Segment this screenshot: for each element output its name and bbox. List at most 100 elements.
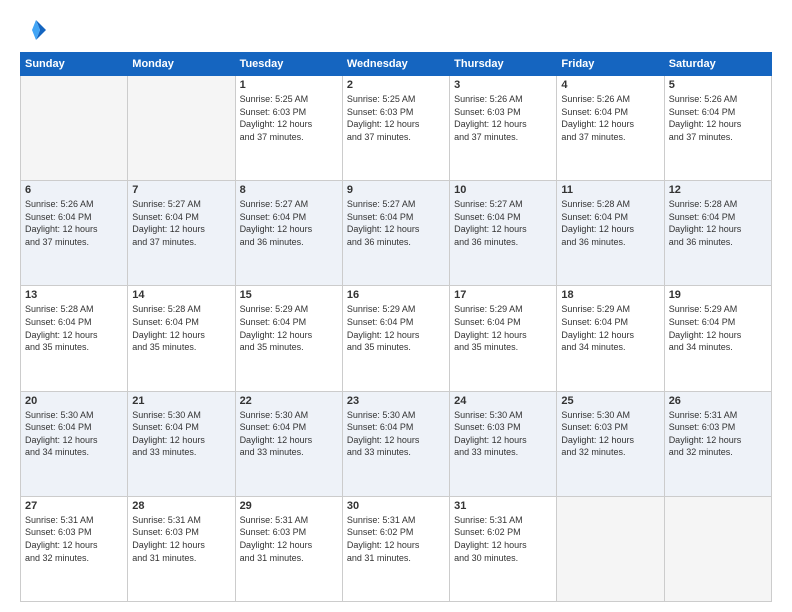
day-info: Sunrise: 5:26 AMSunset: 6:04 PMDaylight:… (25, 198, 123, 248)
weekday-header-tuesday: Tuesday (235, 53, 342, 76)
calendar-cell: 19 Sunrise: 5:29 AMSunset: 6:04 PMDayligh… (664, 286, 771, 391)
calendar-cell: 30Sunrise: 5:31 AMSunset: 6:02 PMDayligh… (342, 496, 449, 601)
day-info: Sunrise: 5:30 AMSunset: 6:03 PMDaylight:… (561, 409, 659, 459)
calendar-cell: 10 Sunrise: 5:27 AMSunset: 6:04 PMDayligh… (450, 181, 557, 286)
calendar-week-row: 20 Sunrise: 5:30 AMSunset: 6:04 PMDayligh… (21, 391, 772, 496)
day-number: 9 (347, 184, 445, 196)
calendar-cell: 4Sunrise: 5:26 AMSunset: 6:04 PMDaylight… (557, 76, 664, 181)
logo (20, 16, 52, 44)
calendar-cell: 5 Sunrise: 5:26 AMSunset: 6:04 PMDaylight… (664, 76, 771, 181)
day-info: Sunrise: 5:30 AMSunset: 6:04 PMDaylight:… (25, 409, 123, 459)
day-number: 15 (240, 289, 338, 301)
day-info: Sunrise: 5:30 AMSunset: 6:03 PMDaylight:… (454, 409, 552, 459)
day-number: 20 (25, 395, 123, 407)
calendar-table: SundayMondayTuesdayWednesdayThursdayFrid… (20, 52, 772, 602)
calendar-week-row: 6 Sunrise: 5:26 AMSunset: 6:04 PMDaylight… (21, 181, 772, 286)
day-number: 18 (561, 289, 659, 301)
calendar-cell: 2 Sunrise: 5:25 AMSunset: 6:03 PMDaylight… (342, 76, 449, 181)
calendar-cell: 1 Sunrise: 5:25 AMSunset: 6:03 PMDaylight… (235, 76, 342, 181)
calendar-cell: 27Sunrise: 5:31 AMSunset: 6:03 PMDayligh… (21, 496, 128, 601)
day-number: 24 (454, 395, 552, 407)
day-number: 30 (347, 500, 445, 512)
calendar-cell: 24 Sunrise: 5:30 AMSunset: 6:03 PMDayligh… (450, 391, 557, 496)
day-number: 27 (25, 500, 123, 512)
day-info: Sunrise: 5:31 AMSunset: 6:03 PMDaylight:… (240, 514, 338, 564)
day-number: 17 (454, 289, 552, 301)
day-info: Sunrise: 5:26 AMSunset: 6:03 PMDaylight:… (454, 93, 552, 143)
day-number: 19 (669, 289, 767, 301)
day-number: 11 (561, 184, 659, 196)
day-number: 1 (240, 79, 338, 91)
calendar-cell: 13 Sunrise: 5:28 AMSunset: 6:04 PMDayligh… (21, 286, 128, 391)
logo-icon (20, 16, 48, 44)
day-info: Sunrise: 5:25 AMSunset: 6:03 PMDaylight:… (240, 93, 338, 143)
day-number: 29 (240, 500, 338, 512)
calendar-cell: 23Sunrise: 5:30 AMSunset: 6:04 PMDayligh… (342, 391, 449, 496)
day-info: Sunrise: 5:29 AMSunset: 6:04 PMDaylight:… (240, 303, 338, 353)
day-info: Sunrise: 5:31 AMSunset: 6:03 PMDaylight:… (132, 514, 230, 564)
day-info: Sunrise: 5:28 AMSunset: 6:04 PMDaylight:… (561, 198, 659, 248)
day-info: Sunrise: 5:27 AMSunset: 6:04 PMDaylight:… (240, 198, 338, 248)
weekday-header-thursday: Thursday (450, 53, 557, 76)
day-number: 4 (561, 79, 659, 91)
day-number: 23 (347, 395, 445, 407)
calendar-week-row: 27 Sunrise: 5:31 AMSunset: 6:03 PMDayligh… (21, 496, 772, 601)
day-info: Sunrise: 5:31 AMSunset: 6:03 PMDaylight:… (669, 409, 767, 459)
calendar-cell: 16 Sunrise: 5:29 AMSunset: 6:04 PMDayligh… (342, 286, 449, 391)
day-info: Sunrise: 5:28 AMSunset: 6:04 PMDaylight:… (25, 303, 123, 353)
weekday-header-friday: Friday (557, 53, 664, 76)
day-info: Sunrise: 5:30 AMSunset: 6:04 PMDaylight:… (240, 409, 338, 459)
calendar-cell: 18 Sunrise: 5:29 AMSunset: 6:04 PMDayligh… (557, 286, 664, 391)
calendar-cell: 6 Sunrise: 5:26 AMSunset: 6:04 PMDaylight… (21, 181, 128, 286)
calendar-cell: 14Sunrise: 5:28 AMSunset: 6:04 PMDayligh… (128, 286, 235, 391)
weekday-header-wednesday: Wednesday (342, 53, 449, 76)
day-number: 8 (240, 184, 338, 196)
day-number: 2 (347, 79, 445, 91)
calendar-cell: 25 Sunrise: 5:30 AMSunset: 6:03 PMDayligh… (557, 391, 664, 496)
calendar-cell: 17 Sunrise: 5:29 AMSunset: 6:04 PMDayligh… (450, 286, 557, 391)
day-number: 5 (669, 79, 767, 91)
calendar-cell: 12 Sunrise: 5:28 AMSunset: 6:04 PMDayligh… (664, 181, 771, 286)
page: SundayMondayTuesdayWednesdayThursdayFrid… (0, 0, 792, 612)
calendar-cell: 29 Sunrise: 5:31 AMSunset: 6:03 PMDayligh… (235, 496, 342, 601)
day-number: 3 (454, 79, 552, 91)
day-info: Sunrise: 5:27 AMSunset: 6:04 PMDaylight:… (132, 198, 230, 248)
weekday-header-saturday: Saturday (664, 53, 771, 76)
calendar-cell (664, 496, 771, 601)
day-number: 10 (454, 184, 552, 196)
day-info: Sunrise: 5:29 AMSunset: 6:04 PMDaylight:… (347, 303, 445, 353)
day-info: Sunrise: 5:31 AMSunset: 6:02 PMDaylight:… (454, 514, 552, 564)
day-info: Sunrise: 5:29 AMSunset: 6:04 PMDaylight:… (561, 303, 659, 353)
header (20, 16, 772, 44)
day-info: Sunrise: 5:29 AMSunset: 6:04 PMDaylight:… (669, 303, 767, 353)
calendar-cell: 22 Sunrise: 5:30 AMSunset: 6:04 PMDayligh… (235, 391, 342, 496)
day-number: 25 (561, 395, 659, 407)
calendar-cell: 9Sunrise: 5:27 AMSunset: 6:04 PMDaylight… (342, 181, 449, 286)
day-info: Sunrise: 5:29 AMSunset: 6:04 PMDaylight:… (454, 303, 552, 353)
calendar-cell (128, 76, 235, 181)
day-number: 7 (132, 184, 230, 196)
calendar-cell: 3 Sunrise: 5:26 AMSunset: 6:03 PMDaylight… (450, 76, 557, 181)
calendar-cell: 20 Sunrise: 5:30 AMSunset: 6:04 PMDayligh… (21, 391, 128, 496)
day-number: 16 (347, 289, 445, 301)
calendar-week-row: 13 Sunrise: 5:28 AMSunset: 6:04 PMDayligh… (21, 286, 772, 391)
calendar-cell: 21Sunrise: 5:30 AMSunset: 6:04 PMDayligh… (128, 391, 235, 496)
day-number: 14 (132, 289, 230, 301)
day-number: 6 (25, 184, 123, 196)
weekday-header-sunday: Sunday (21, 53, 128, 76)
calendar-week-row: 1 Sunrise: 5:25 AMSunset: 6:03 PMDaylight… (21, 76, 772, 181)
day-info: Sunrise: 5:27 AMSunset: 6:04 PMDaylight:… (454, 198, 552, 248)
calendar-cell: 7 Sunrise: 5:27 AMSunset: 6:04 PMDaylight… (128, 181, 235, 286)
day-info: Sunrise: 5:28 AMSunset: 6:04 PMDaylight:… (669, 198, 767, 248)
day-info: Sunrise: 5:30 AMSunset: 6:04 PMDaylight:… (132, 409, 230, 459)
day-info: Sunrise: 5:25 AMSunset: 6:03 PMDaylight:… (347, 93, 445, 143)
day-number: 22 (240, 395, 338, 407)
day-number: 12 (669, 184, 767, 196)
day-info: Sunrise: 5:26 AMSunset: 6:04 PMDaylight:… (669, 93, 767, 143)
weekday-header-row: SundayMondayTuesdayWednesdayThursdayFrid… (21, 53, 772, 76)
calendar-cell: 28Sunrise: 5:31 AMSunset: 6:03 PMDayligh… (128, 496, 235, 601)
day-number: 26 (669, 395, 767, 407)
calendar-cell: 8 Sunrise: 5:27 AMSunset: 6:04 PMDaylight… (235, 181, 342, 286)
day-number: 13 (25, 289, 123, 301)
day-number: 31 (454, 500, 552, 512)
